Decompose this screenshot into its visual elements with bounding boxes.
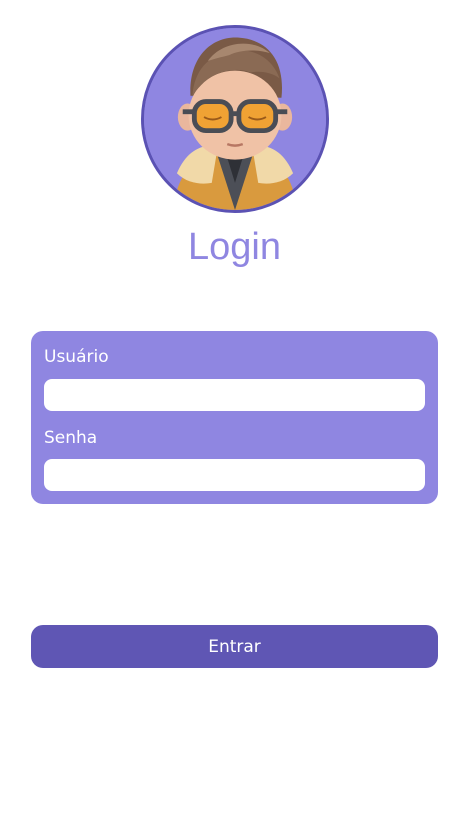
password-label: Senha bbox=[44, 428, 98, 448]
username-label: Usuário bbox=[44, 347, 109, 367]
username-input[interactable] bbox=[44, 379, 425, 411]
avatar bbox=[141, 25, 329, 213]
login-form: Usuário Senha bbox=[31, 331, 438, 504]
login-button[interactable]: Entrar bbox=[31, 625, 438, 668]
page-title: Login bbox=[188, 226, 281, 268]
password-input[interactable] bbox=[44, 459, 425, 491]
avatar-character-icon bbox=[144, 28, 326, 210]
